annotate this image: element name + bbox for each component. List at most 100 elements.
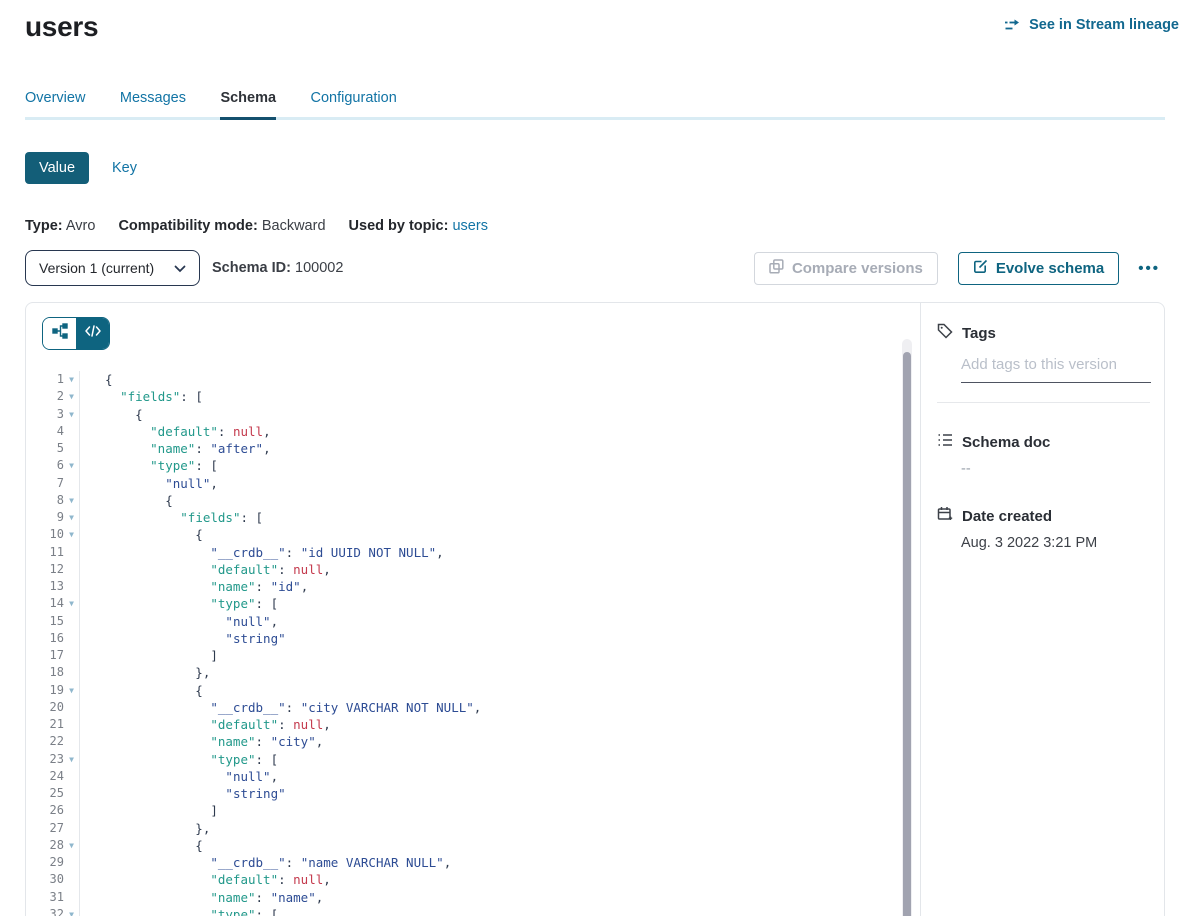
code-line-text: "null", xyxy=(79,768,278,785)
fold-spacer xyxy=(64,854,79,871)
evolve-schema-button[interactable]: Evolve schema xyxy=(958,252,1119,285)
value-key-toggle: Value Key xyxy=(25,152,1165,184)
sidebar-divider xyxy=(937,402,1150,403)
version-select[interactable]: Version 1 (current) xyxy=(25,250,200,286)
see-in-stream-lineage-link[interactable]: See in Stream lineage xyxy=(1004,17,1179,33)
code-scrollbar[interactable] xyxy=(902,339,912,916)
code-line: 1▼{ xyxy=(42,371,920,388)
fold-toggle-icon[interactable]: ▼ xyxy=(64,371,79,388)
key-toggle-link[interactable]: Key xyxy=(112,160,137,176)
line-number: 2 xyxy=(42,388,64,405)
code-view-button[interactable] xyxy=(76,318,109,349)
schema-panel: 1▼{2▼ "fields": [3▼ {4 "default": null,5… xyxy=(25,302,1165,916)
code-line-text: { xyxy=(79,526,203,543)
fold-toggle-icon[interactable]: ▼ xyxy=(64,388,79,405)
line-number: 26 xyxy=(42,802,64,819)
code-line: 7 "null", xyxy=(42,475,920,492)
code-line: 25 "string" xyxy=(42,785,920,802)
line-number: 1 xyxy=(42,371,64,388)
code-line: 12 "default": null, xyxy=(42,561,920,578)
tree-view-button[interactable] xyxy=(43,318,76,349)
code-line-text: "type": [ xyxy=(79,457,218,474)
code-line: 8▼ { xyxy=(42,492,920,509)
line-number: 6 xyxy=(42,457,64,474)
code-line-text: }, xyxy=(79,664,210,681)
type-label: Type: xyxy=(25,218,63,234)
tab-bar: Overview Messages Schema Configuration xyxy=(25,89,1165,120)
code-line: 32▼ "type": [ xyxy=(42,906,920,916)
fold-spacer xyxy=(64,440,79,457)
edit-icon xyxy=(973,259,988,278)
see-in-stream-lineage-label: See in Stream lineage xyxy=(1029,17,1179,33)
code-line-text: "string" xyxy=(79,630,286,647)
fold-spacer xyxy=(64,889,79,906)
fold-toggle-icon[interactable]: ▼ xyxy=(64,406,79,423)
code-line: 24 "null", xyxy=(42,768,920,785)
code-line-text: { xyxy=(79,837,203,854)
code-line-text: { xyxy=(79,492,173,509)
compare-versions-label: Compare versions xyxy=(792,260,923,277)
tab-schema[interactable]: Schema xyxy=(220,90,276,120)
code-line: 5 "name": "after", xyxy=(42,440,920,457)
page-title: users xyxy=(25,10,98,44)
line-number: 7 xyxy=(42,475,64,492)
schema-code-pane: 1▼{2▼ "fields": [3▼ {4 "default": null,5… xyxy=(26,303,920,916)
version-select-value: Version 1 (current) xyxy=(39,260,154,276)
more-options-button[interactable]: ••• xyxy=(1133,256,1165,281)
fold-toggle-icon[interactable]: ▼ xyxy=(64,906,79,916)
used-by-topic-link[interactable]: users xyxy=(452,218,487,234)
tab-messages[interactable]: Messages xyxy=(120,90,186,120)
code-line-text: "default": null, xyxy=(79,423,271,440)
line-number: 4 xyxy=(42,423,64,440)
line-number: 3 xyxy=(42,406,64,423)
add-tags-input[interactable] xyxy=(961,356,1151,383)
code-line: 6▼ "type": [ xyxy=(42,457,920,474)
fold-toggle-icon[interactable]: ▼ xyxy=(64,526,79,543)
tab-configuration[interactable]: Configuration xyxy=(311,90,397,120)
fold-spacer xyxy=(64,561,79,578)
fold-spacer xyxy=(64,785,79,802)
code-line: 11 "__crdb__": "id UUID NOT NULL", xyxy=(42,544,920,561)
fold-toggle-icon[interactable]: ▼ xyxy=(64,457,79,474)
evolve-schema-label: Evolve schema xyxy=(996,260,1104,277)
code-line-text: "__crdb__": "id UUID NOT NULL", xyxy=(79,544,444,561)
code-scrollbar-thumb[interactable] xyxy=(903,352,911,916)
fold-toggle-icon[interactable]: ▼ xyxy=(64,595,79,612)
code-line: 2▼ "fields": [ xyxy=(42,388,920,405)
list-icon xyxy=(937,432,953,452)
tag-icon xyxy=(937,323,953,343)
fold-spacer xyxy=(64,802,79,819)
code-line-text: { xyxy=(79,371,113,388)
code-line-text: "name": "city", xyxy=(79,733,323,750)
code-line-text: "fields": [ xyxy=(79,509,263,526)
code-view-icon xyxy=(85,324,101,343)
line-number: 31 xyxy=(42,889,64,906)
compare-versions-button[interactable]: Compare versions xyxy=(754,252,938,285)
code-line: 16 "string" xyxy=(42,630,920,647)
schema-meta-row: Type: Avro Compatibility mode: Backward … xyxy=(25,218,1165,234)
code-line: 22 "name": "city", xyxy=(42,733,920,750)
fold-spacer xyxy=(64,664,79,681)
code-line: 27 }, xyxy=(42,820,920,837)
tab-overview[interactable]: Overview xyxy=(25,90,85,120)
code-line: 17 ] xyxy=(42,647,920,664)
fold-toggle-icon[interactable]: ▼ xyxy=(64,682,79,699)
compare-icon xyxy=(769,259,784,278)
code-line: 9▼ "fields": [ xyxy=(42,509,920,526)
schema-actions: Compare versions Evolve schema ••• xyxy=(754,252,1165,285)
fold-toggle-icon[interactable]: ▼ xyxy=(64,492,79,509)
code-line: 23▼ "type": [ xyxy=(42,751,920,768)
fold-toggle-icon[interactable]: ▼ xyxy=(64,837,79,854)
fold-spacer xyxy=(64,733,79,750)
date-created-heading: Date created xyxy=(962,508,1052,525)
line-number: 20 xyxy=(42,699,64,716)
code-line: 28▼ { xyxy=(42,837,920,854)
code-line-text: "default": null, xyxy=(79,561,331,578)
value-toggle-button[interactable]: Value xyxy=(25,152,89,184)
line-number: 8 xyxy=(42,492,64,509)
fold-toggle-icon[interactable]: ▼ xyxy=(64,751,79,768)
line-number: 13 xyxy=(42,578,64,595)
line-number: 29 xyxy=(42,854,64,871)
line-number: 22 xyxy=(42,733,64,750)
fold-toggle-icon[interactable]: ▼ xyxy=(64,509,79,526)
